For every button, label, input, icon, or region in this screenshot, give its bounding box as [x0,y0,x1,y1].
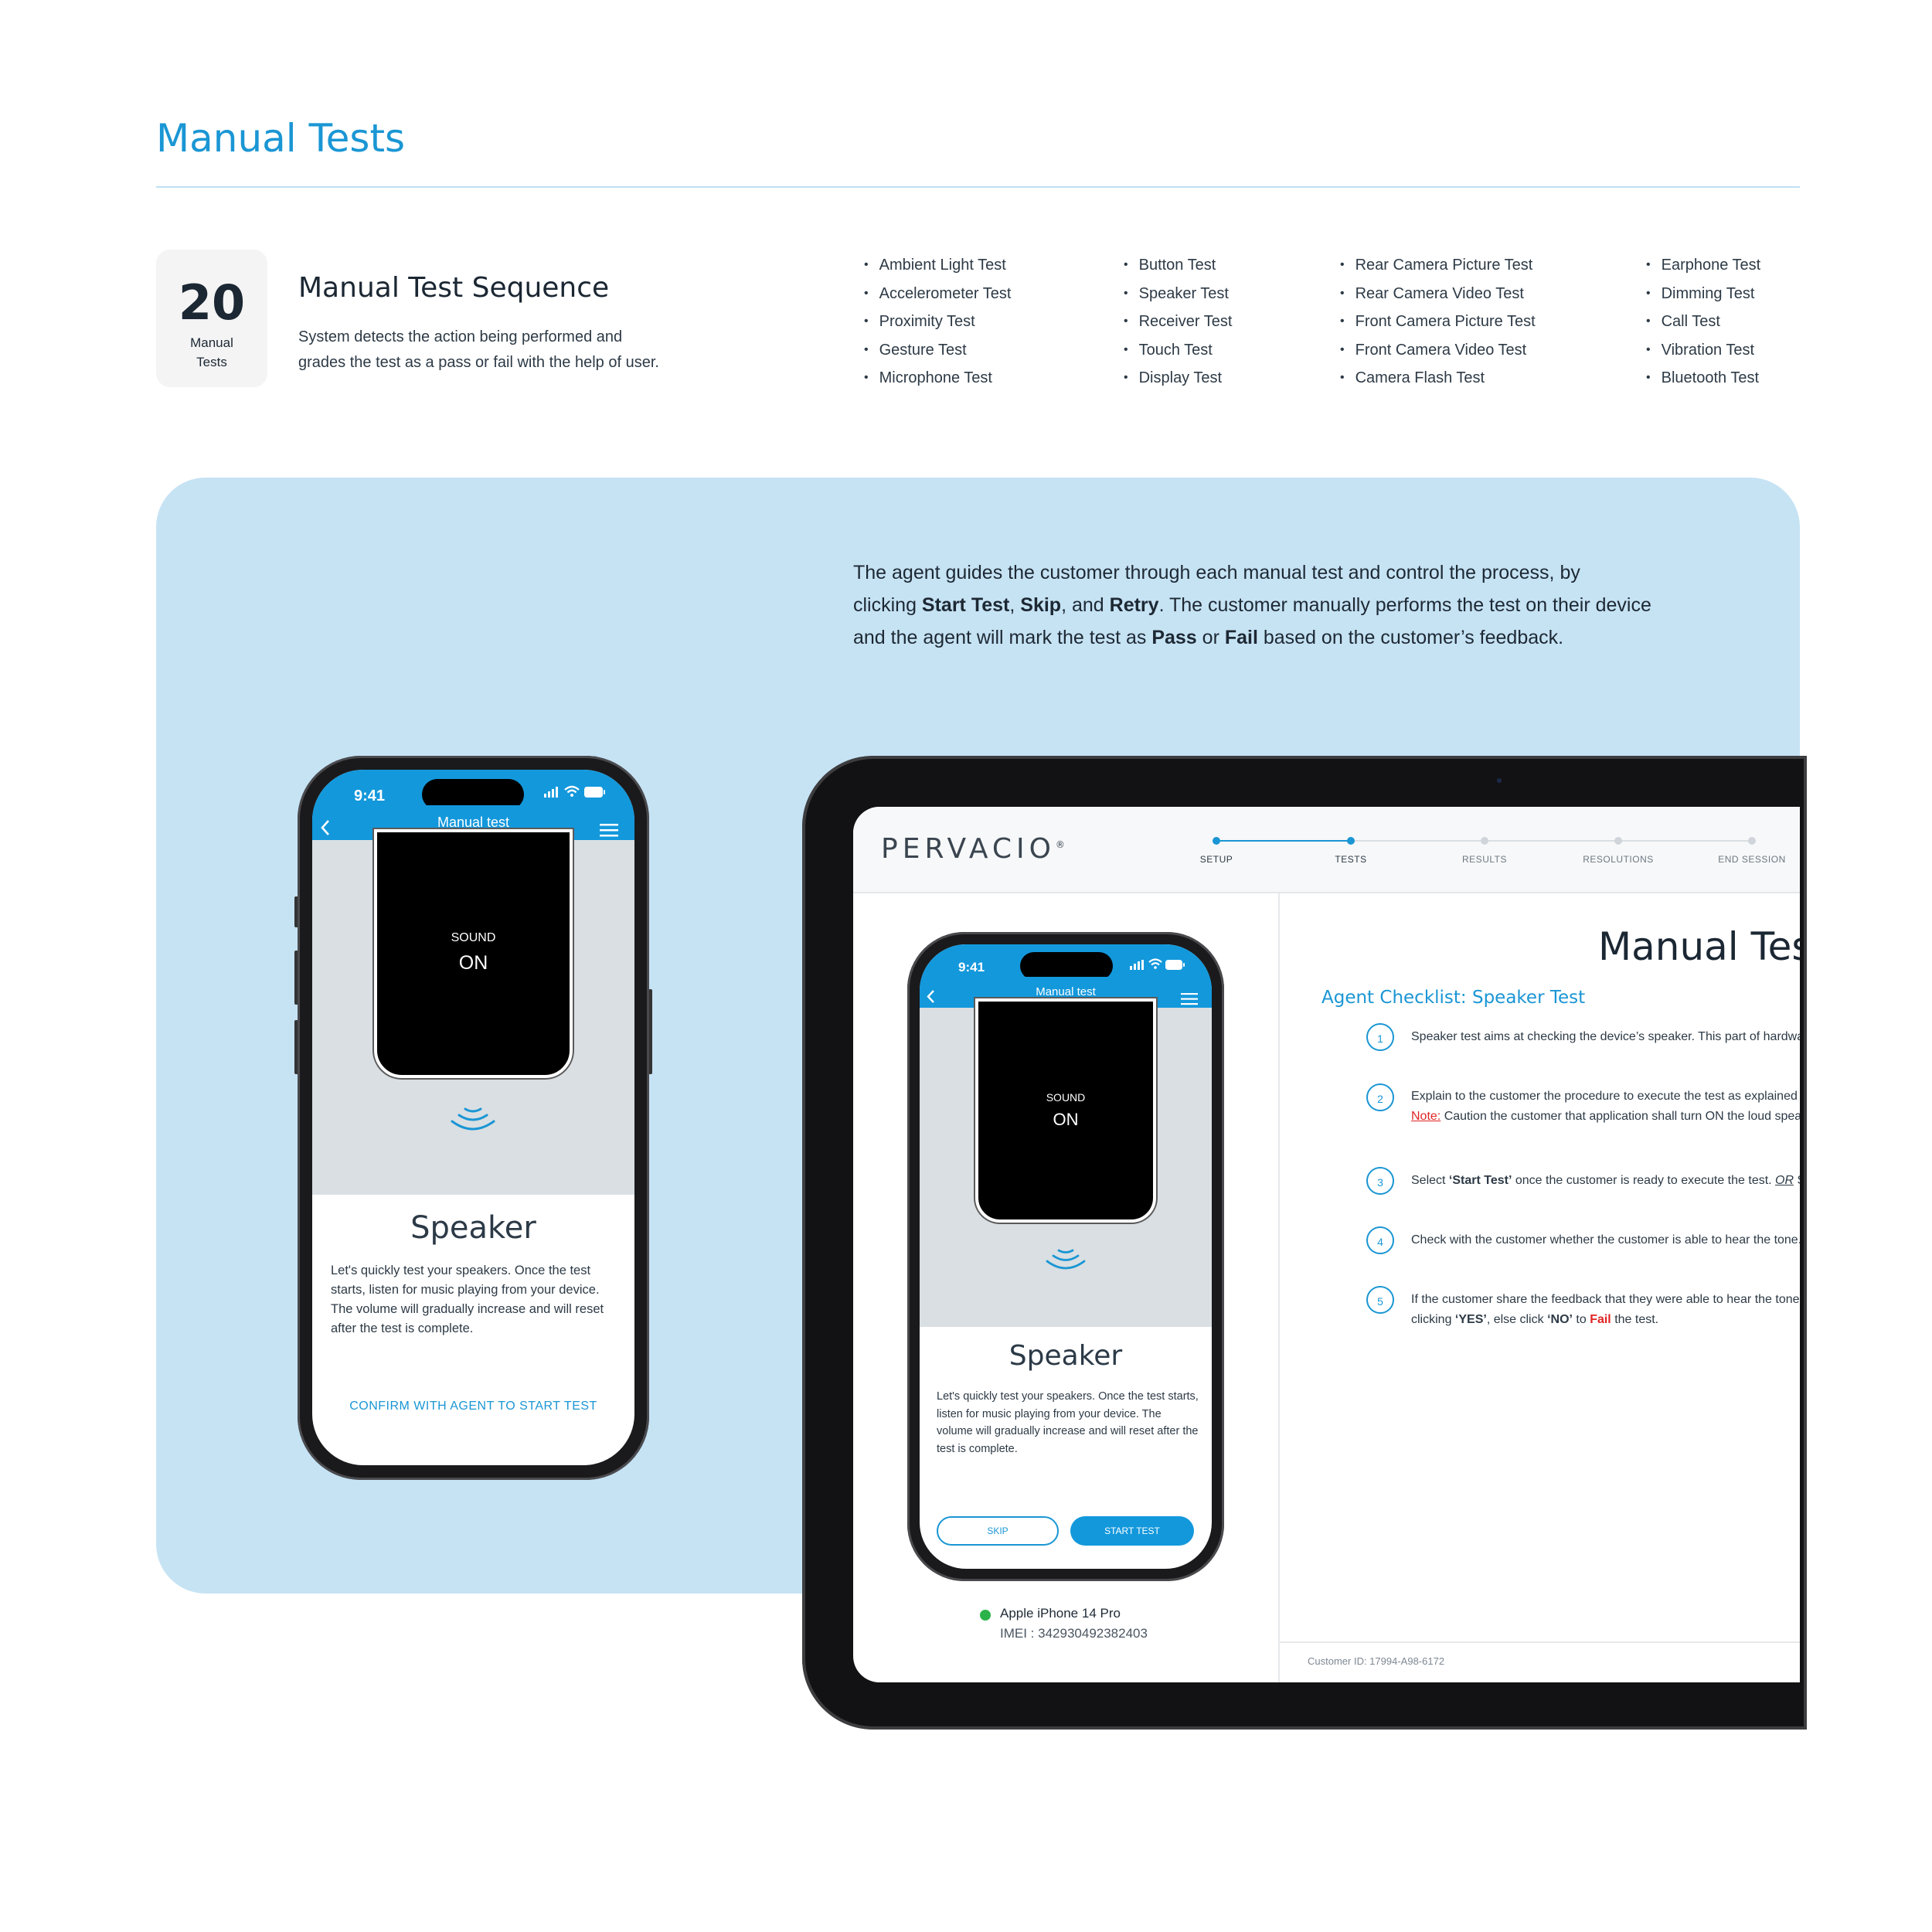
skip-button[interactable]: SKIP [937,1516,1059,1546]
signal-icon [544,787,561,801]
device-imei: IMEI : 342930492382403 [1000,1626,1148,1641]
footer-divider [1280,1641,1800,1643]
customer-id: Customer ID: 17994-A98-6172 [1308,1655,1445,1667]
step-dot-resolutions [1614,837,1622,845]
test-item: Speaker Test [1124,281,1232,309]
test-list-col-4: Earphone Test Dimming Test Call Test Vib… [1646,252,1761,393]
test-count: 20 [178,274,246,331]
test-item: Rear Camera Picture Test [1340,252,1536,281]
test-item: Touch Test [1124,337,1232,366]
sound-state: ON [458,952,488,974]
sound-waves-icon [448,1106,498,1141]
dynamic-island [1020,952,1113,980]
test-item: Proximity Test [864,308,1011,337]
mirrored-phone: 9:41 Manual test SOUND ON Speaker Let's … [907,932,1224,1581]
test-item: Button Test [1124,252,1232,281]
test-item: Rear Camera Video Test [1340,281,1536,309]
test-item: Earphone Test [1646,252,1761,281]
step-dot-setup [1213,837,1220,845]
test-item: Receiver Test [1124,308,1233,337]
intro-text: The agent guides the customer through ea… [853,562,1651,648]
device-illustration: SOUND ON [374,829,573,1078]
nav-title: Manual test [1036,985,1096,998]
test-item: Front Camera Picture Test [1340,308,1536,337]
panel-divider [1278,893,1280,1682]
checklist-step-1: 1 [1366,1023,1394,1051]
test-description: Let's quickly test your speakers. Once t… [937,1390,1199,1455]
test-item: Gesture Test [864,337,1011,366]
test-list-col-3: Rear Camera Picture Test Rear Camera Vid… [1340,252,1536,393]
status-time: 9:41 [958,960,985,975]
test-item: Ambient Light Test [864,252,1011,281]
test-count-label: Manual Tests [190,335,233,369]
step-dot-tests [1347,837,1355,845]
battery-icon [1165,960,1185,974]
step-results[interactable]: RESULTS [1460,854,1509,865]
test-count-card: 20 Manual Tests [156,250,267,387]
pervacio-logo: PERVACIO® [881,833,1065,865]
step-setup[interactable]: SETUP [1199,854,1233,865]
customer-phone: 9:41 Manual test SOUND ON Speaker Let's … [298,756,649,1480]
agent-top-bar: PERVACIO® SETUP TESTS RESULTS RESOLUTION… [853,807,1800,893]
start-test-button[interactable]: START TEST [1070,1516,1194,1546]
title-divider [156,186,1800,188]
device-illustration: SOUND ON [975,998,1156,1223]
nav-title: Manual test [437,815,510,830]
wifi-icon [564,785,580,801]
checklist-text-2: Explain to the customer the procedure to… [1411,1090,1800,1123]
test-item: Camera Flash Test [1340,365,1536,393]
page-title: Manual Tests [156,116,406,161]
checklist-text-1: Speaker test aims at checking the device… [1411,1030,1800,1043]
checklist-step-4: 4 [1366,1226,1394,1254]
wifi-icon [1148,958,1162,973]
test-item: Vibration Test [1646,337,1760,366]
tablet-camera [1497,778,1502,783]
test-illustration: SOUND ON [312,829,634,1195]
mirrored-phone-screen: 9:41 Manual test SOUND ON Speaker Let's … [920,944,1212,1569]
test-title: Speaker [1009,1340,1123,1372]
test-item: Front Camera Video Test [1340,337,1536,366]
test-illustration: SOUND ON [920,998,1212,1327]
test-list-col-1: Ambient Light Test Accelerometer Test Pr… [864,252,1012,393]
status-time: 9:41 [354,787,386,804]
confirm-agent-link[interactable]: CONFIRM WITH AGENT TO START TEST [312,1400,634,1413]
stepper-track [1351,840,1753,842]
sequence-description: System detects the action being performe… [298,328,659,371]
checklist-text-5: If the customer share the feedback that … [1411,1293,1800,1326]
connection-status-dot [980,1610,991,1621]
test-item: Call Test [1646,308,1760,337]
sound-label: SOUND [451,931,496,944]
stepper-progress [1216,840,1351,842]
test-item: Dimming Test [1646,281,1760,309]
step-dot-end-session [1748,837,1756,845]
checklist-title: Agent Checklist: Speaker Test [1321,988,1586,1008]
battery-icon [584,787,606,801]
manual-test-title: Manual Test [1598,924,1800,969]
checklist-step-2: 2 [1366,1083,1394,1111]
checklist-step-3: 3 [1366,1167,1394,1195]
checklist-text-3: Select ‘Start Test’ once the customer is… [1411,1174,1800,1187]
test-list-col-2: Button Test Speaker Test Receiver Test T… [1124,252,1233,393]
checklist-text-4: Check with the customer whether the cust… [1411,1233,1800,1247]
step-end-session[interactable]: END SESSION [1717,854,1787,865]
test-item: Display Test [1124,365,1232,393]
signal-icon [1130,960,1145,974]
step-resolutions[interactable]: RESOLUTIONS [1583,854,1654,865]
sound-waves-icon [1043,1247,1088,1279]
test-item: Microphone Test [864,365,1011,393]
checklist-step-5: 5 [1366,1286,1394,1314]
agent-app-screen: PERVACIO® SETUP TESTS RESULTS RESOLUTION… [853,807,1800,1682]
test-item: Bluetooth Test [1646,365,1760,393]
sound-label: SOUND [1046,1091,1086,1104]
test-description: Let's quickly test your speakers. Once t… [331,1264,604,1335]
test-title: Speaker [410,1210,536,1246]
step-dot-results [1481,837,1488,845]
sound-state: ON [1053,1110,1079,1129]
sequence-title: Manual Test Sequence [298,272,610,304]
device-name: Apple iPhone 14 Pro [1000,1606,1121,1621]
customer-phone-screen: 9:41 Manual test SOUND ON Speaker Let's … [312,770,634,1465]
step-tests[interactable]: TESTS [1332,854,1369,865]
test-item: Accelerometer Test [864,281,1012,309]
